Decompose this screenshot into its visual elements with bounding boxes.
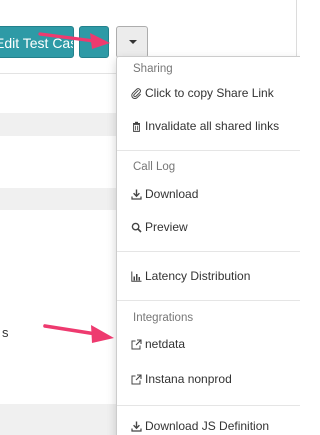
invalidate-shared-links-label: Invalidate all shared links [145, 119, 280, 133]
latency-distribution-label: Latency Distribution [145, 269, 251, 283]
latency-distribution-item[interactable]: Latency Distribution [131, 266, 299, 286]
caret-down-icon [129, 40, 137, 44]
call-log-download-label: Download [145, 187, 199, 201]
download-js-definition-label: Download JS Definition [145, 419, 270, 433]
page: s Edit Test Case Sharing Click to copy S… [0, 0, 300, 435]
call-log-download-item[interactable]: Download [131, 184, 299, 204]
call-log-preview-label: Preview [145, 220, 188, 234]
invalidate-shared-links-item[interactable]: Invalidate all shared links [131, 116, 299, 136]
search-icon [131, 222, 142, 233]
external-link-icon [131, 373, 142, 385]
more-actions-dropdown-button[interactable] [116, 26, 148, 58]
annotation-arrow-icon [43, 324, 114, 343]
bar-chart-icon [131, 271, 142, 282]
partial-text: s [2, 325, 9, 340]
dropdown-divider [117, 251, 300, 252]
download-icon [131, 421, 142, 432]
annotation-arrow-icon [38, 32, 110, 49]
dropdown-header-integrations: Integrations [133, 312, 194, 324]
actions-dropdown-menu: Sharing Click to copy Share Link Invalid… [116, 56, 300, 435]
dropdown-divider [117, 405, 300, 406]
integration-netdata-label: netdata [145, 337, 186, 351]
download-icon [131, 189, 142, 200]
integration-instana-item[interactable]: Instana nonprod [131, 369, 299, 389]
dropdown-divider [117, 150, 300, 151]
integration-instana-label: Instana nonprod [145, 372, 232, 386]
trash-icon [131, 121, 142, 132]
paperclip-icon [131, 87, 142, 99]
dropdown-divider [117, 300, 300, 301]
dropdown-header-call-log: Call Log [133, 161, 176, 173]
copy-share-link-item[interactable]: Click to copy Share Link [131, 83, 299, 103]
integration-netdata-item[interactable]: netdata [131, 334, 299, 354]
dropdown-header-sharing: Sharing [133, 63, 173, 75]
copy-share-link-label: Click to copy Share Link [145, 86, 274, 100]
external-link-icon [131, 338, 142, 350]
call-log-preview-item[interactable]: Preview [131, 217, 299, 237]
download-js-definition-item[interactable]: Download JS Definition [131, 416, 299, 435]
